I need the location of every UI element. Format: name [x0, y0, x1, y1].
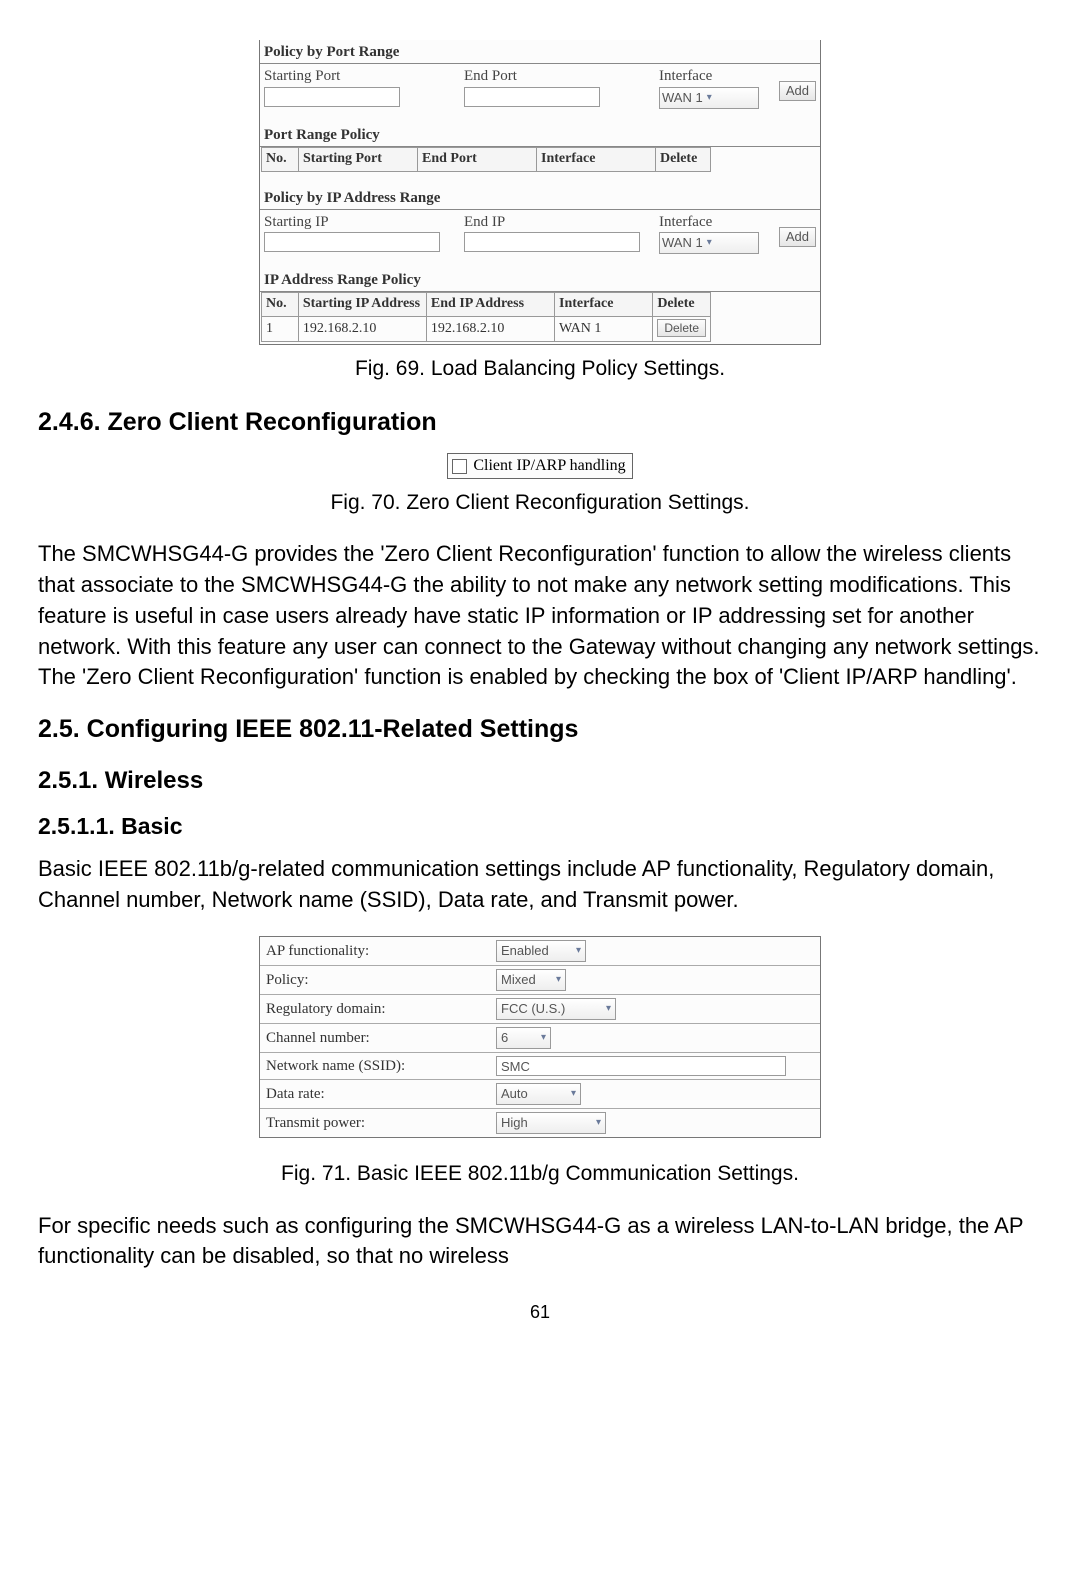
fig70-caption: Fig. 70. Zero Client Reconfiguration Set…: [38, 489, 1042, 517]
policy-by-ip-range-title: Policy by IP Address Range: [260, 186, 820, 210]
regulatory-domain-select[interactable]: FCC (U.S.) ▾: [496, 998, 616, 1020]
ap-functionality-select[interactable]: Enabled ▾: [496, 940, 586, 962]
ip-range-policy-title: IP Address Range Policy: [260, 268, 820, 292]
col-starting-ip: Starting IP Address: [298, 293, 426, 317]
data-rate-value: Auto: [501, 1085, 528, 1103]
interface-select-port[interactable]: WAN 1 ▾: [659, 87, 759, 109]
starting-ip-input[interactable]: [264, 232, 440, 252]
port-range-policy-table: No. Starting Port End Port Interface Del…: [261, 147, 711, 172]
chevron-down-icon: ▾: [571, 1087, 576, 1101]
cell-end-ip: 192.168.2.10: [426, 317, 554, 342]
fig69-caption: Fig. 69. Load Balancing Policy Settings.: [38, 355, 1042, 383]
policy-value: Mixed: [501, 971, 536, 989]
fig71-panel: AP functionality: Enabled ▾ Policy: Mixe…: [259, 936, 821, 1138]
port-range-add-row: Starting Port End Port Interface WAN 1 ▾…: [260, 64, 820, 114]
col-delete: Delete: [653, 293, 711, 317]
client-ip-arp-checkbox[interactable]: [452, 459, 467, 474]
data-rate-label: Data rate:: [266, 1084, 496, 1104]
table-row: No. Starting IP Address End IP Address I…: [262, 293, 711, 317]
cell-delete: Delete: [653, 317, 711, 342]
interface-select-ip[interactable]: WAN 1 ▾: [659, 232, 759, 254]
end-ip-label: End IP: [464, 212, 659, 232]
col-end-ip: End IP Address: [426, 293, 554, 317]
col-starting-port: Starting Port: [299, 147, 418, 171]
ssid-label: Network name (SSID):: [266, 1056, 496, 1076]
channel-number-select[interactable]: 6 ▾: [496, 1027, 551, 1049]
col-no: No.: [262, 147, 299, 171]
chevron-down-icon: ▾: [556, 973, 561, 987]
table-row: No. Starting Port End Port Interface Del…: [262, 147, 711, 171]
interface-label-port: Interface: [659, 66, 759, 86]
add-port-policy-button[interactable]: Add: [779, 81, 816, 101]
page-number: 61: [38, 1300, 1042, 1324]
col-interface: Interface: [537, 147, 656, 171]
interface-select-ip-value: WAN 1: [662, 234, 703, 252]
heading-2-5-1: 2.5.1. Wireless: [38, 765, 1042, 797]
ip-range-policy-table: No. Starting IP Address End IP Address I…: [261, 292, 711, 342]
ap-functionality-value: Enabled: [501, 942, 549, 960]
chevron-down-icon: ▾: [606, 1002, 611, 1016]
end-ip-input[interactable]: [464, 232, 640, 252]
policy-select[interactable]: Mixed ▾: [496, 969, 566, 991]
regulatory-domain-label: Regulatory domain:: [266, 999, 496, 1019]
ssid-input[interactable]: [496, 1056, 786, 1076]
fig69-panel: Policy by Port Range Starting Port End P…: [259, 40, 821, 345]
col-interface: Interface: [555, 293, 653, 317]
ip-range-add-row: Starting IP End IP Interface WAN 1 ▾ Add: [260, 210, 820, 260]
col-delete: Delete: [656, 147, 711, 171]
end-port-label: End Port: [464, 66, 659, 86]
cell-starting-ip: 192.168.2.10: [298, 317, 426, 342]
interface-label-ip: Interface: [659, 212, 759, 232]
chevron-down-icon: ▾: [596, 1116, 601, 1130]
fig71-caption: Fig. 71. Basic IEEE 802.11b/g Communicat…: [38, 1160, 1042, 1188]
port-range-policy-title: Port Range Policy: [260, 123, 820, 147]
col-end-port: End Port: [418, 147, 537, 171]
fig70-panel: Client IP/ARP handling: [38, 453, 1042, 479]
transmit-power-value: High: [501, 1114, 528, 1132]
chevron-down-icon: ▾: [541, 1031, 546, 1045]
heading-2-5-1-1: 2.5.1.1. Basic: [38, 811, 1042, 842]
heading-2-5: 2.5. Configuring IEEE 802.11-Related Set…: [38, 713, 1042, 747]
heading-2-4-6: 2.4.6. Zero Client Reconfiguration: [38, 406, 1042, 440]
channel-number-label: Channel number:: [266, 1028, 496, 1048]
chevron-down-icon: ▾: [576, 944, 581, 958]
add-ip-policy-button[interactable]: Add: [779, 227, 816, 247]
starting-ip-label: Starting IP: [264, 212, 464, 232]
paragraph-zero-client: The SMCWHSG44-G provides the 'Zero Clien…: [38, 539, 1042, 693]
chevron-down-icon: ▾: [707, 236, 712, 250]
transmit-power-select[interactable]: High ▾: [496, 1112, 606, 1134]
col-no: No.: [262, 293, 299, 317]
starting-port-label: Starting Port: [264, 66, 464, 86]
policy-label: Policy:: [266, 970, 496, 990]
delete-ip-row-button[interactable]: Delete: [657, 319, 706, 337]
regulatory-domain-value: FCC (U.S.): [501, 1000, 565, 1018]
policy-by-port-range-title: Policy by Port Range: [260, 40, 820, 64]
paragraph-basic-intro: Basic IEEE 802.11b/g-related communicati…: [38, 854, 1042, 916]
channel-number-value: 6: [501, 1029, 508, 1047]
transmit-power-label: Transmit power:: [266, 1113, 496, 1133]
cell-no: 1: [262, 317, 299, 342]
table-row: 1 192.168.2.10 192.168.2.10 WAN 1 Delete: [262, 317, 711, 342]
cell-interface: WAN 1: [555, 317, 653, 342]
ap-functionality-label: AP functionality:: [266, 941, 496, 961]
data-rate-select[interactable]: Auto ▾: [496, 1083, 581, 1105]
paragraph-basic-outro: For specific needs such as configuring t…: [38, 1211, 1042, 1273]
interface-select-port-value: WAN 1: [662, 89, 703, 107]
starting-port-input[interactable]: [264, 87, 400, 107]
end-port-input[interactable]: [464, 87, 600, 107]
client-ip-arp-label: Client IP/ARP handling: [473, 455, 625, 477]
chevron-down-icon: ▾: [707, 91, 712, 105]
